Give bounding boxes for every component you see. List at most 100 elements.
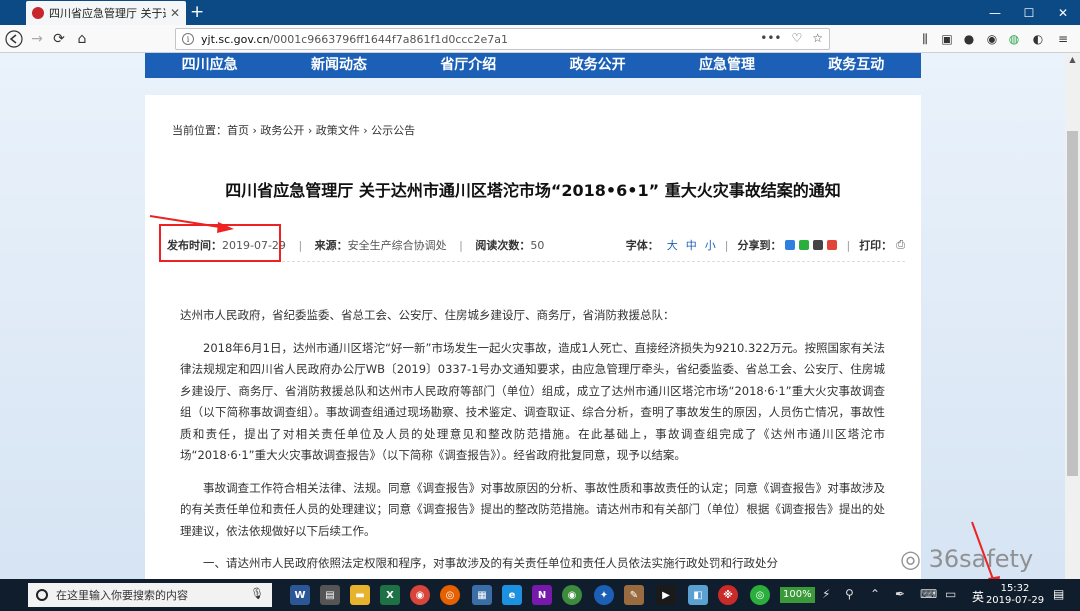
word-app-icon[interactable]: W <box>290 585 310 605</box>
share-label: 分享到： <box>737 239 782 252</box>
page-scrollbar[interactable]: ▲ <box>1065 53 1080 579</box>
store-app-icon[interactable]: ▤ <box>320 585 340 605</box>
nav-item-interaction[interactable]: 政务互动 <box>792 53 921 78</box>
share-weibo-icon[interactable] <box>827 240 838 250</box>
app-icon-14[interactable]: ◧ <box>688 585 708 605</box>
pen-icon[interactable]: ✒ <box>895 587 905 601</box>
share-wechat-icon[interactable] <box>799 240 810 250</box>
watermark: ◎ 36safety <box>900 545 1033 573</box>
font-small-link[interactable]: 小 <box>705 237 716 253</box>
app-icon-11[interactable]: ✦ <box>594 585 614 605</box>
url-path: /0001c9663796ff1644f7a861f1d0ccc2e7a1 <box>269 32 508 46</box>
onenote-app-icon[interactable]: N <box>532 585 552 605</box>
ime-indicator[interactable]: 英 <box>972 588 984 605</box>
mic-icon[interactable]: 🎙 <box>250 587 264 600</box>
taskbar: 在这里输入你要搜索的内容 🎙 W ▤ ▬ X ◉ ◎ ▦ e N ◉ ✦ ✎ ▶… <box>0 579 1080 611</box>
scroll-thumb[interactable] <box>1067 131 1078 476</box>
nav-item-emergency-management[interactable]: 应急管理 <box>662 53 791 78</box>
font-medium-link[interactable]: 中 <box>686 237 697 253</box>
article-panel: 当前位置：首页 › 政务公开 › 政策文件 › 公示公告 四川省应急管理厅 关于… <box>145 95 921 579</box>
article-body: 达州市人民政府，省纪委监委、省总工会、公安厅、住房城乡建设厅、商务厅，省消防救援… <box>180 305 885 579</box>
url-bar[interactable]: i yjt.sc.gov.cn/0001c9663796ff1644f7a861… <box>175 28 830 50</box>
power-icon[interactable]: ⚡ <box>822 587 830 601</box>
site-favicon-icon <box>32 7 44 19</box>
menu-icon[interactable]: ≡ <box>1055 31 1071 47</box>
back-button[interactable] <box>4 29 24 49</box>
system-clock[interactable]: 15:32 2019-07-29 <box>985 583 1045 607</box>
article-title: 四川省应急管理厅 关于达州市通川区塔沱市场“2018•6•1” 重大火灾事故结案… <box>225 181 841 200</box>
nav-item-government-affairs[interactable]: 政务公开 <box>533 53 662 78</box>
network-icon[interactable]: ▭ <box>945 587 956 601</box>
keyboard-icon[interactable]: ⌨ <box>920 587 937 601</box>
extension-4-icon[interactable]: ◐ <box>1030 31 1046 47</box>
back-arrow-icon <box>5 30 23 48</box>
minimize-button[interactable]: — <box>978 0 1012 25</box>
article-tools: 字体： 大 中 小 | 分享到： | 打印： ⎙ <box>625 237 905 253</box>
clock-time: 15:32 <box>1000 583 1030 594</box>
close-window-button[interactable]: ✕ <box>1046 0 1080 25</box>
site-nav: 四川应急 新闻动态 省厅介绍 政务公开 应急管理 政务互动 <box>145 53 921 78</box>
extension-icon[interactable]: ● <box>961 31 977 47</box>
browser-app-icon[interactable]: ◉ <box>562 585 582 605</box>
app-icon-12[interactable]: ✎ <box>624 585 644 605</box>
app-icon-15[interactable]: ※ <box>718 585 738 605</box>
source-label: 来源： <box>314 239 348 252</box>
wechat-app-icon[interactable]: ◎ <box>750 585 770 605</box>
page-actions-icon[interactable]: ••• <box>760 31 781 45</box>
site-info-icon[interactable]: i <box>182 33 194 45</box>
sidebar-icon[interactable]: ▣ <box>939 31 955 47</box>
paragraph-3: 一、请达州市人民政府依照法定权限和程序，对事故涉及的有关责任单位和责任人员依法实… <box>203 556 778 570</box>
firefox-app-icon[interactable]: ◎ <box>440 585 460 605</box>
notification-icon[interactable]: ▤ <box>1053 587 1064 601</box>
extension-3-icon[interactable]: ◍ <box>1006 31 1022 47</box>
wechat-logo-icon: ◎ <box>900 545 921 573</box>
font-size-label: 字体： <box>625 239 659 252</box>
pocket-icon[interactable]: ♡ <box>791 31 802 45</box>
print-icon[interactable]: ⎙ <box>896 238 905 252</box>
maximize-button[interactable]: ☐ <box>1012 0 1046 25</box>
nav-item-news[interactable]: 新闻动态 <box>274 53 403 78</box>
clock-date: 2019-07-29 <box>985 595 1045 606</box>
nav-item-about[interactable]: 省厅介绍 <box>404 53 533 78</box>
annotation-arrow-left-icon <box>149 215 234 233</box>
nav-item-sichuan-emergency[interactable]: 四川应急 <box>145 53 274 78</box>
watermark-text: 36safety <box>928 545 1034 573</box>
extension-2-icon[interactable]: ◉ <box>984 31 1000 47</box>
share-qq-icon[interactable] <box>813 240 824 250</box>
browser-tabbar: 四川省应急管理厅 关于达州市 ✕ + — ☐ ✕ <box>0 0 1080 25</box>
explorer-app-icon[interactable]: ▬ <box>350 585 370 605</box>
print-label: 打印： <box>859 239 893 252</box>
battery-indicator[interactable]: 100% <box>780 587 815 603</box>
app-icon-13[interactable]: ▶ <box>656 585 676 605</box>
reads-label: 阅读次数： <box>475 239 531 252</box>
breadcrumb: 当前位置：首页 › 政务公开 › 政策文件 › 公示公告 <box>172 124 416 137</box>
home-button[interactable]: ⌂ <box>72 29 92 49</box>
chrome-app-icon[interactable]: ◉ <box>410 585 430 605</box>
source-value: 安全生产综合协调处 <box>347 239 447 252</box>
edge-app-icon[interactable]: e <box>502 585 522 605</box>
app-icon-7[interactable]: ▦ <box>472 585 492 605</box>
browser-navbar: → ⟳ ⌂ i yjt.sc.gov.cn/0001c9663796ff1644… <box>0 25 1080 53</box>
person-icon[interactable]: ⚲ <box>845 587 854 601</box>
new-tab-button[interactable]: + <box>190 2 204 22</box>
paragraph-salutation: 达州市人民政府，省纪委监委、省总工会、公安厅、住房城乡建设厅、商务厅，省消防救援… <box>180 308 675 322</box>
cortana-icon <box>36 589 48 601</box>
forward-button[interactable]: → <box>27 29 47 49</box>
library-icon[interactable]: ⫼ <box>917 31 933 47</box>
close-tab-icon[interactable]: ✕ <box>170 6 180 20</box>
taskbar-search[interactable]: 在这里输入你要搜索的内容 🎙 <box>28 583 272 607</box>
url-host: yjt.sc.gov.cn <box>201 32 270 46</box>
bookmark-star-icon[interactable]: ☆ <box>812 31 823 45</box>
share-plus-icon[interactable] <box>785 240 796 250</box>
paragraph-1: 2018年6月1日，达州市通川区塔沱“好一新”市场发生一起火灾事故，造成1人死亡… <box>180 340 885 463</box>
reads-count: 50 <box>530 239 545 252</box>
taskbar-search-placeholder: 在这里输入你要搜索的内容 <box>56 589 188 602</box>
font-large-link[interactable]: 大 <box>667 237 678 253</box>
browser-tab[interactable]: 四川省应急管理厅 关于达州市 ✕ <box>26 1 186 25</box>
paragraph-2: 事故调查工作符合相关法律、法规。同意《调查报告》对事故原因的分析、事故性质和事故… <box>180 480 885 538</box>
excel-app-icon[interactable]: X <box>380 585 400 605</box>
scroll-up-icon[interactable]: ▲ <box>1065 53 1080 67</box>
tab-title: 四川省应急管理厅 关于达州市 <box>49 7 166 20</box>
reload-button[interactable]: ⟳ <box>49 29 69 49</box>
tray-chevron-icon[interactable]: ⌃ <box>870 587 880 601</box>
